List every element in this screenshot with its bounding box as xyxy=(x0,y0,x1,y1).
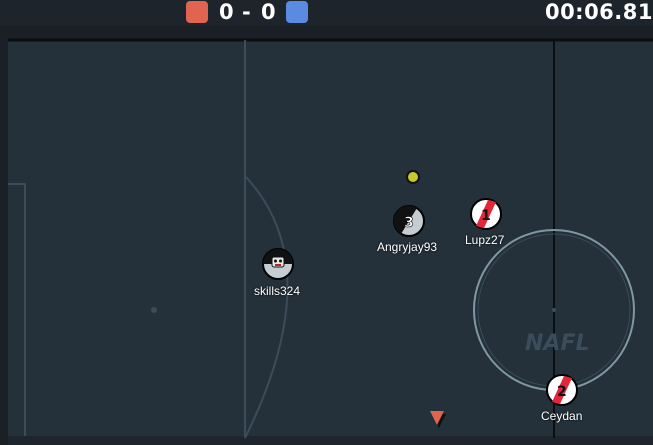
player-name-ceydan: Ceydan xyxy=(541,409,583,423)
playing-field: NAFL 3 1 2 xyxy=(0,26,653,445)
penalty-spot xyxy=(151,307,157,313)
player-avatar-lupz27: 1 xyxy=(470,198,502,230)
red-team-score: 0 xyxy=(219,0,234,24)
blue-team-icon xyxy=(286,1,308,23)
player-avatar-skills324 xyxy=(262,248,294,280)
blue-team-score: 0 xyxy=(261,0,276,24)
scoreboard-bar: 0 - 0 00:06.81 xyxy=(0,0,653,26)
player-number-lupz27: 1 xyxy=(481,208,491,224)
center-spot xyxy=(552,308,556,312)
nafl-watermark: NAFL xyxy=(525,331,590,356)
bottom-boundary xyxy=(8,436,653,445)
player-avatar-ceydan: 2 xyxy=(546,374,578,406)
player-name-angryjay93: Angryjay93 xyxy=(377,240,438,254)
player-name-skills324: skills324 xyxy=(254,284,301,298)
ball xyxy=(406,170,420,184)
red-team-icon xyxy=(186,1,208,23)
match-timer: 00:06.81 xyxy=(544,0,653,24)
player-number-ceydan: 2 xyxy=(557,384,567,400)
player-number-angryjay93: 3 xyxy=(404,215,414,231)
player-name-lupz27: Lupz27 xyxy=(465,233,505,247)
player-avatar-angryjay93: 3 xyxy=(393,205,425,237)
field-left-edge xyxy=(0,26,8,445)
score-separator: - xyxy=(242,0,251,24)
